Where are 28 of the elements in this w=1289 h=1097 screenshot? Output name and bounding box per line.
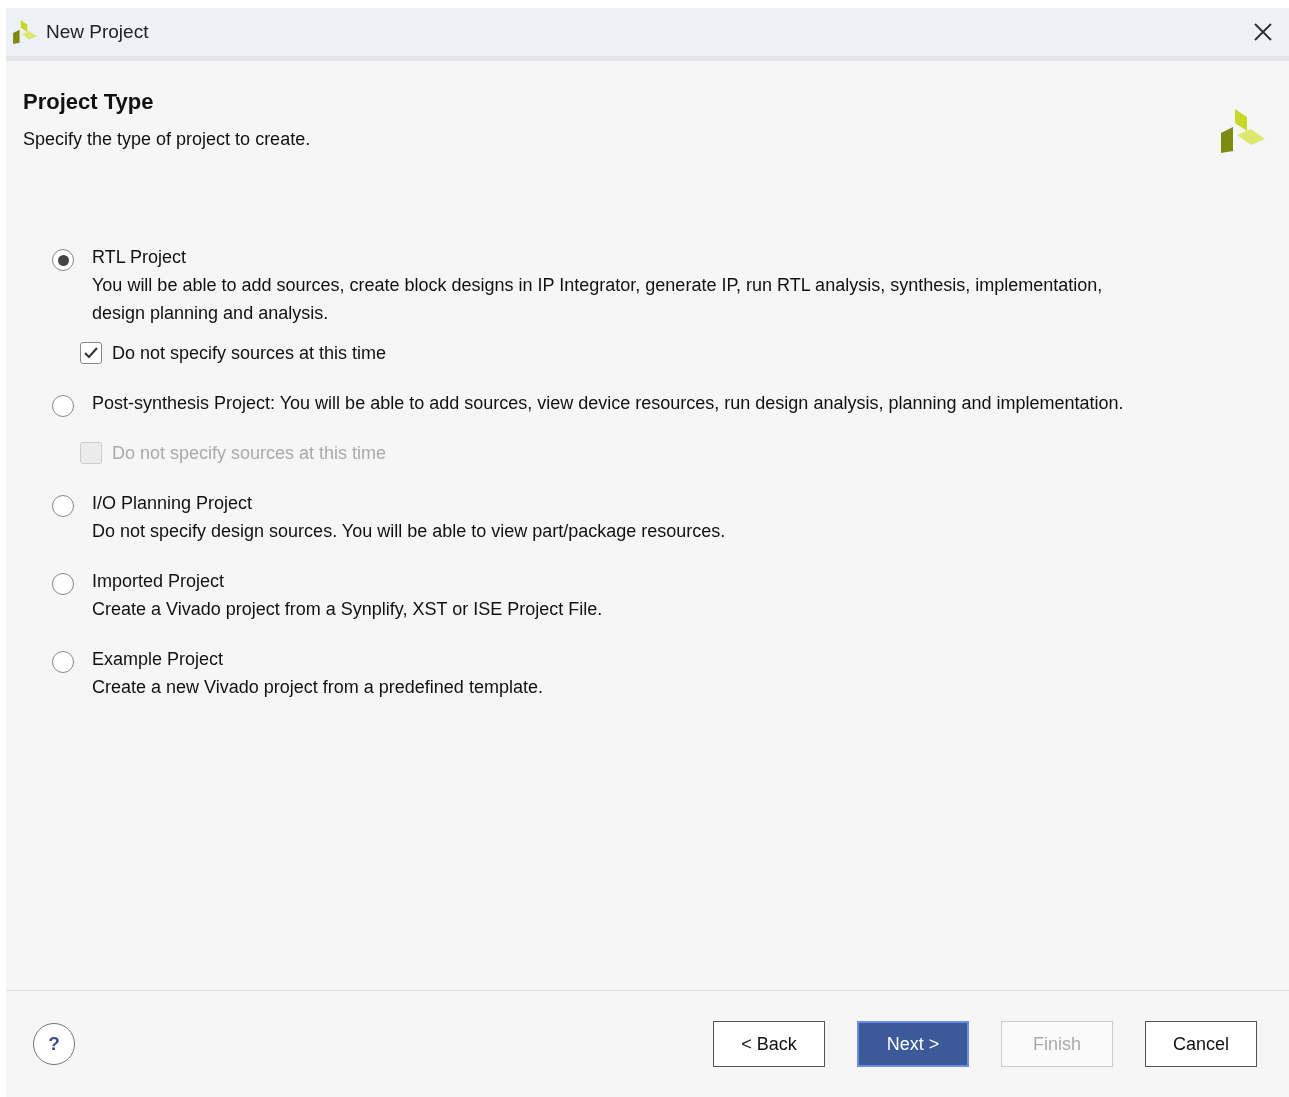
checkbox-label: Do not specify sources at this time [112,342,387,365]
checkbox[interactable] [80,342,102,364]
help-button[interactable]: ? [33,1023,75,1065]
window-title: New Project [46,21,150,43]
dialog-button[interactable]: Next > [857,1021,969,1067]
radio-button[interactable] [52,395,74,417]
page-title: Project Type [23,89,155,115]
option-label: Example Project [92,648,225,671]
radio-button[interactable] [52,249,74,271]
dialog-button[interactable]: < Back [713,1021,825,1067]
brand-logo-icon [1219,107,1267,155]
radio-button[interactable] [52,651,74,673]
option-label: Imported Project [92,570,226,593]
app-logo-icon [12,19,38,45]
option-description: Do not specify design sources. You will be able to view part/package resources. [92,520,726,543]
dialog-button[interactable]: Cancel [1145,1021,1257,1067]
option-description: Create a Vivado project from a Synplify, XST or ISE Project File. [92,598,603,621]
option-label: I/O Planning Project [92,492,254,515]
radio-button[interactable] [52,495,74,517]
checkbox-label: Do not specify sources at this time [112,442,387,465]
radio-button[interactable] [52,573,74,595]
option-description: Create a new Vivado project from a predefined template. [92,676,543,699]
check-icon [83,345,99,361]
option-label: RTL Project [92,246,188,269]
page-subtitle: Specify the type of project to create. [23,129,311,150]
option-description: You will be able to add sources, create block designs in IP Integrator, generate IP, run RTL analysis, synthesis, implementation, design planning and analysis. [92,274,1104,325]
close-icon [1253,22,1273,42]
option-label: Post-synthesis Project: You will be able to add sources, view device resources, run design analysis, planning and implementation. [92,392,1124,415]
